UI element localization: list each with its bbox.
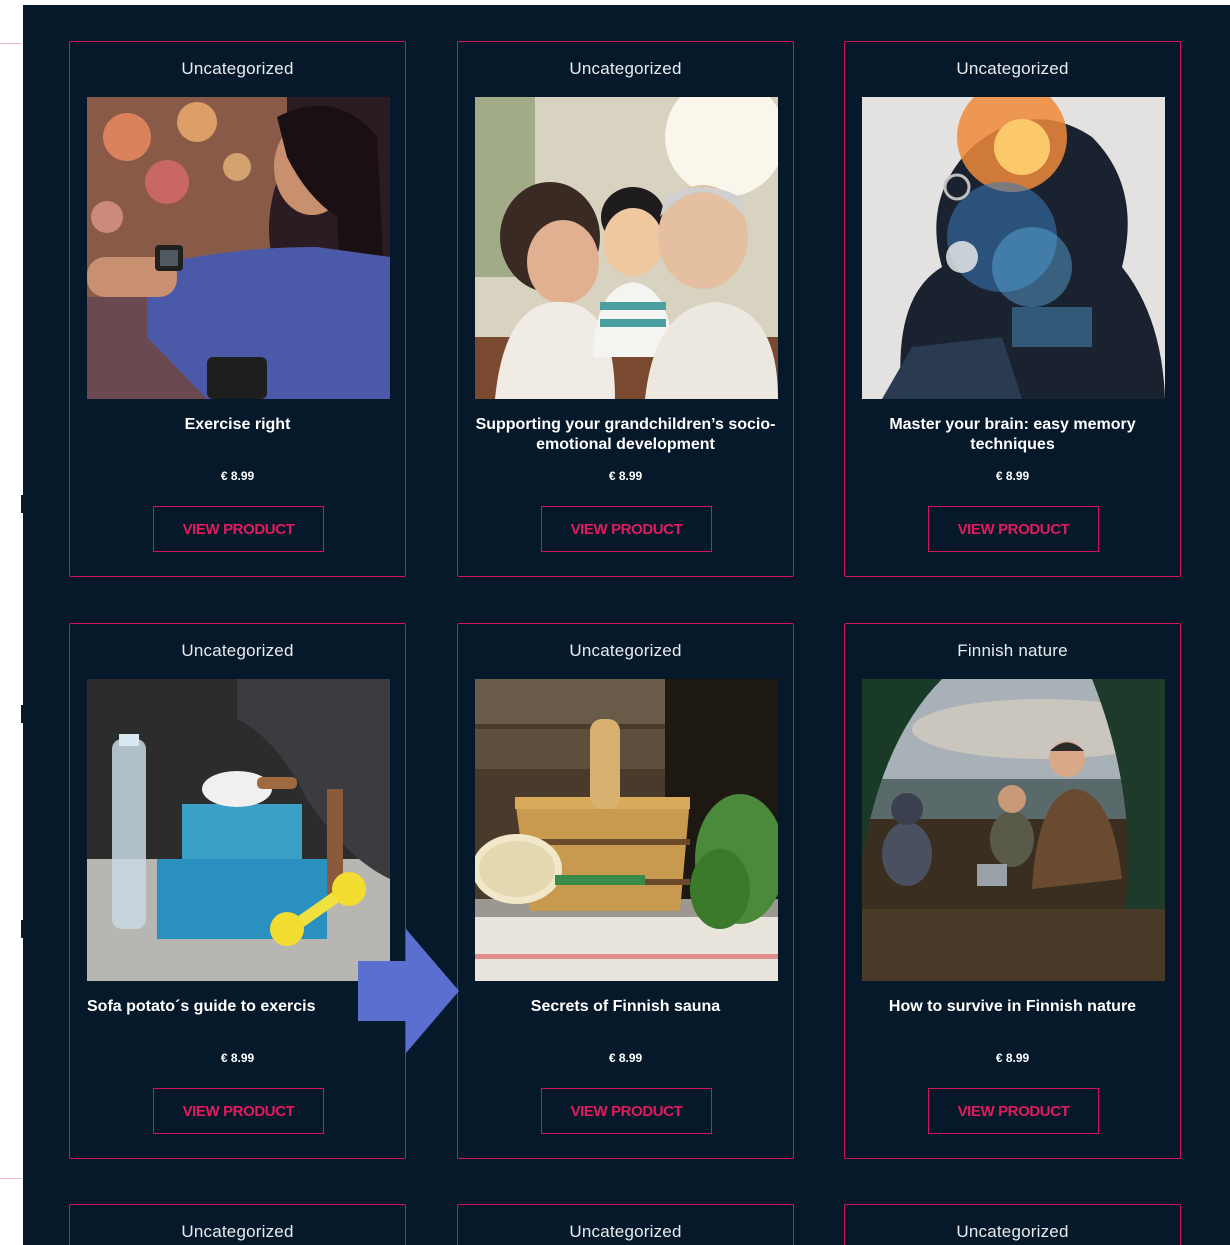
product-category: Uncategorized	[569, 1222, 682, 1241]
camping-in-nature-image	[862, 679, 1165, 981]
view-product-button[interactable]: VIEW PRODUCT	[928, 1088, 1099, 1134]
product-title[interactable]: Exercise right	[78, 415, 397, 435]
view-product-button[interactable]: VIEW PRODUCT	[541, 1088, 712, 1134]
product-price: € 8.99	[220, 469, 255, 483]
product-image[interactable]	[87, 97, 390, 399]
digital-brain-man-image	[862, 97, 1165, 399]
exercise-equipment-image	[87, 679, 390, 981]
product-price: € 8.99	[220, 1051, 255, 1065]
edge-divider	[0, 1178, 22, 1179]
product-category: Uncategorized	[569, 59, 682, 78]
product-grid: Uncategorized Exercise right € 8.99 VIEW…	[23, 5, 1230, 1245]
product-card: Uncategorized Exercise right € 8.99 VIEW…	[69, 41, 406, 577]
view-product-button[interactable]: VIEW PRODUCT	[541, 506, 712, 552]
product-image[interactable]	[475, 679, 778, 981]
edge-divider	[0, 43, 22, 44]
product-category: Uncategorized	[181, 641, 294, 660]
product-card: Uncategorized Sofa potato´s guide to exe…	[69, 623, 406, 1159]
product-image[interactable]	[862, 97, 1165, 399]
product-image[interactable]	[87, 679, 390, 981]
woman-checking-smartwatch-image	[87, 97, 390, 399]
right-arrow-icon	[358, 929, 459, 1053]
view-product-button[interactable]: VIEW PRODUCT	[153, 1088, 324, 1134]
view-product-button[interactable]: VIEW PRODUCT	[928, 506, 1099, 552]
product-category: Uncategorized	[956, 1222, 1069, 1241]
product-card: Uncategorized	[844, 1204, 1181, 1245]
product-price: € 8.99	[608, 1051, 643, 1065]
view-product-button[interactable]: VIEW PRODUCT	[153, 506, 324, 552]
product-card: Uncategorized Supporting your grandchild…	[457, 41, 794, 577]
product-title[interactable]: How to survive in Finnish nature	[853, 997, 1172, 1017]
product-card: Uncategorized	[69, 1204, 406, 1245]
product-price: € 8.99	[608, 469, 643, 483]
left-page-edge	[0, 0, 23, 1245]
product-price: € 8.99	[995, 1051, 1030, 1065]
product-image[interactable]	[862, 679, 1165, 981]
product-category: Uncategorized	[181, 1222, 294, 1241]
product-card: Uncategorized Master your brain: easy me…	[844, 41, 1181, 577]
product-category: Uncategorized	[569, 641, 682, 660]
grandparents-with-grandchild-image	[475, 97, 778, 399]
product-card: Uncategorized Secrets of Finnish sauna €…	[457, 623, 794, 1159]
product-category: Finnish nature	[957, 641, 1068, 660]
product-price: € 8.99	[995, 469, 1030, 483]
product-title[interactable]: Master your brain: easy memory technique…	[853, 415, 1172, 455]
product-card: Finnish nature How to survive in Finnish…	[844, 623, 1181, 1159]
product-image[interactable]	[475, 97, 778, 399]
finnish-sauna-bucket-image	[475, 679, 778, 981]
product-title[interactable]: Supporting your grandchildren’s socio-em…	[466, 415, 785, 455]
product-title[interactable]: Secrets of Finnish sauna	[466, 997, 785, 1017]
product-category: Uncategorized	[956, 59, 1069, 78]
product-card: Uncategorized	[457, 1204, 794, 1245]
product-category: Uncategorized	[181, 59, 294, 78]
